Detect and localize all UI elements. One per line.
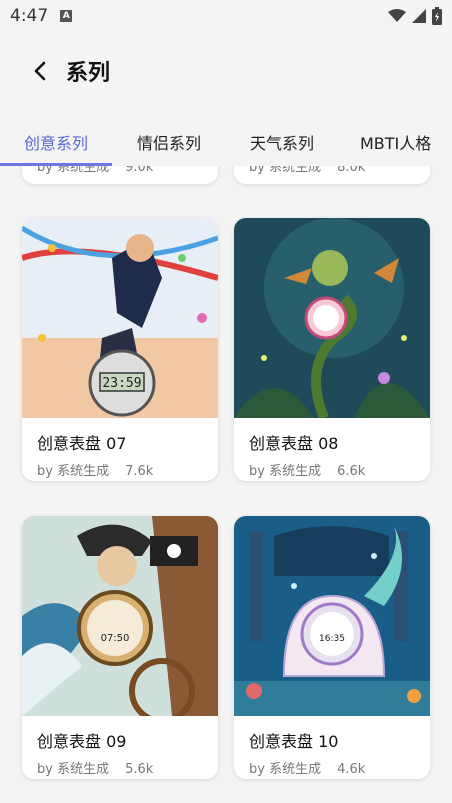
card-meta: by 系统生成 7.6k (37, 460, 218, 479)
watchface-card[interactable]: 创意表盘 08 by 系统生成 6.6k (234, 218, 430, 481)
card-meta: by 系统生成 8.0k (249, 166, 430, 175)
card-author: by 系统生成 (249, 464, 322, 479)
card-count: 9.0k (125, 166, 154, 175)
wifi-icon (388, 9, 406, 22)
watchface-thumbnail: 16:35 (234, 516, 430, 716)
card-author: by 系统生成 (37, 464, 110, 479)
card-title: 创意表盘 10 (249, 732, 339, 751)
page-title: 系列 (66, 61, 111, 86)
card-author: by 系统生成 (249, 166, 322, 175)
clock-digits: 16:35 (319, 634, 345, 644)
card-title: 创意表盘 08 (249, 434, 339, 453)
card-count: 7.6k (125, 464, 154, 479)
card-meta: by 系统生成 4.6k (249, 758, 430, 777)
watchface-thumbnail: 23:59 (22, 218, 218, 418)
watchface-card[interactable]: by 系统生成 8.0k (234, 166, 430, 184)
tab-couple[interactable]: 情侣系列 (137, 130, 201, 154)
watchface-card[interactable]: by 系统生成 9.0k (22, 166, 218, 184)
chevron-left-icon (34, 61, 46, 81)
watchface-thumbnail (234, 218, 430, 418)
card-count: 8.0k (337, 166, 366, 175)
category-tabs: 创意系列 情侣系列 天气系列 MBTI人格 (0, 118, 452, 164)
signal-icon (412, 9, 426, 23)
card-title: 创意表盘 07 (37, 434, 127, 453)
app-header: 系列 (0, 32, 452, 110)
clock-digits: 07:50 (101, 633, 130, 644)
back-button[interactable] (28, 59, 52, 83)
card-title: 创意表盘 09 (37, 732, 127, 751)
watchface-card[interactable]: 07:50 创意表盘 09 by 系统生成 5.6k (22, 516, 218, 779)
watchface-thumbnail: 07:50 (22, 516, 218, 716)
card-meta: by 系统生成 5.6k (37, 758, 218, 777)
card-author: by 系统生成 (37, 762, 110, 777)
watchface-card[interactable]: 16:35 创意表盘 10 by 系统生成 4.6k (234, 516, 430, 779)
notification-icon: A (60, 10, 73, 22)
card-count: 5.6k (125, 762, 154, 777)
watchface-grid: by 系统生成 9.0k by 系统生成 8.0k 23:59 创意表盘 07 by… (0, 166, 452, 803)
status-bar: 4:47 A (0, 0, 452, 32)
clock-digits: 23:59 (102, 376, 141, 391)
watchface-card[interactable]: 23:59 创意表盘 07 by 系统生成 7.6k (22, 218, 218, 481)
card-meta: by 系统生成 6.6k (249, 460, 430, 479)
status-time: 4:47 (10, 6, 49, 26)
tab-creative[interactable]: 创意系列 (24, 130, 88, 154)
tab-weather[interactable]: 天气系列 (250, 130, 314, 154)
card-author: by 系统生成 (37, 166, 110, 175)
card-meta: by 系统生成 9.0k (37, 166, 218, 175)
tab-mbti[interactable]: MBTI人格 (360, 130, 431, 154)
card-count: 4.6k (337, 762, 366, 777)
card-author: by 系统生成 (249, 762, 322, 777)
card-count: 6.6k (337, 464, 366, 479)
battery-icon (432, 7, 442, 25)
